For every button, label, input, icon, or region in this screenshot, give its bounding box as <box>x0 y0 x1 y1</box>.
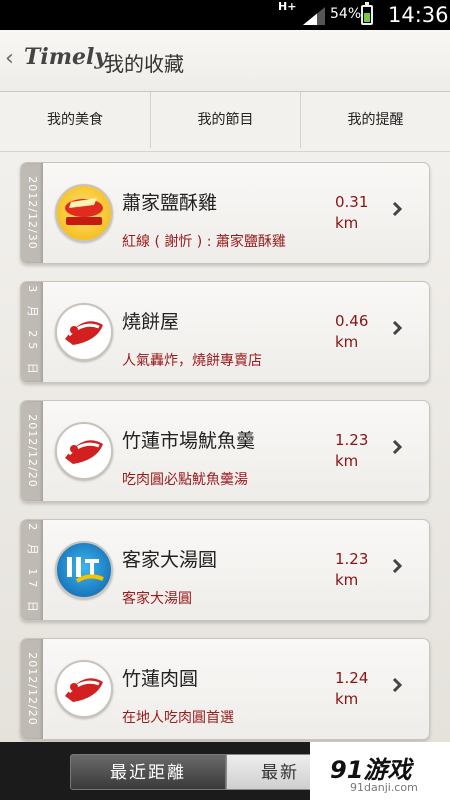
distance-value: 1.23 <box>335 550 369 568</box>
show-logo-icon <box>55 422 113 480</box>
date-strip: 3 月 25 日 <box>21 282 43 382</box>
restaurant-name: 客家大湯圓 <box>122 549 218 571</box>
restaurant-description: 在地人吃肉圓首選 <box>122 710 234 726</box>
watermark-text: 91游戏 <box>330 756 412 784</box>
distance: 0.31 km <box>335 192 368 234</box>
restaurant-name: 竹蓮市場魷魚羹 <box>122 430 256 452</box>
restaurant-name: 燒餅屋 <box>122 311 180 333</box>
list-item[interactable]: 2012/12/30 蕭家鹽酥雞 紅線 ( 謝忻 ) : 蕭家鹽酥雞 0.31 k… <box>20 162 430 264</box>
list-item[interactable]: 2 月 17 日 客家大湯圓 客家大湯圓 1.23 km <box>20 519 430 621</box>
network-type: H+ <box>278 0 297 13</box>
distance-value: 1.24 <box>335 669 369 687</box>
battery-icon <box>361 2 373 25</box>
blue-logo-icon <box>55 541 113 599</box>
clock: 14:36 <box>388 3 449 27</box>
tab-my-food[interactable]: 我的美食 <box>0 92 150 148</box>
date-strip: 2012/12/30 <box>21 163 43 263</box>
watermark-url: 91danji.com <box>350 781 418 794</box>
chevron-right-icon <box>392 202 403 216</box>
saved-date: 3 月 25 日 <box>26 285 39 379</box>
watermark-logo: 91游戏 91danji.com <box>310 742 450 800</box>
chevron-right-icon <box>392 321 403 335</box>
show-logo-icon <box>55 660 113 718</box>
list-item[interactable]: 2012/12/20 竹蓮市場魷魚羹 吃肉圓必點魷魚羹湯 1.23 km <box>20 400 430 502</box>
sort-nearest-button[interactable]: 最近距離 <box>70 754 226 790</box>
list-item[interactable]: 3 月 25 日 燒餅屋 人氣轟炸，燒餅專賣店 0.46 km <box>20 281 430 383</box>
restaurant-name: 蕭家鹽酥雞 <box>122 192 218 214</box>
yellow-badge-icon <box>55 184 113 242</box>
restaurant-description: 客家大湯圓 <box>122 591 192 607</box>
app-bar: ‹ Timely 我的收藏 <box>0 30 450 92</box>
saved-date: 2012/12/20 <box>26 652 39 726</box>
restaurant-name: 竹蓮肉圓 <box>122 668 199 690</box>
tab-my-shows[interactable]: 我的節目 <box>150 92 300 148</box>
distance: 1.23 km <box>335 430 368 472</box>
date-strip: 2012/12/20 <box>21 401 43 501</box>
back-icon[interactable]: ‹ <box>5 46 14 71</box>
tab-my-reminders[interactable]: 我的提醒 <box>300 92 450 148</box>
status-bar: H+ 54% 14:36 <box>0 0 450 30</box>
page-title: 我的收藏 <box>104 52 184 76</box>
chevron-right-icon <box>392 440 403 454</box>
restaurant-description: 吃肉圓必點魷魚羹湯 <box>122 472 248 488</box>
show-logo-icon <box>55 303 113 361</box>
favorites-list: 2012/12/30 蕭家鹽酥雞 紅線 ( 謝忻 ) : 蕭家鹽酥雞 0.31 k… <box>0 152 450 742</box>
saved-date: 2012/12/20 <box>26 414 39 488</box>
distance-unit: km <box>335 452 359 470</box>
restaurant-description: 紅線 ( 謝忻 ) : 蕭家鹽酥雞 <box>122 234 286 250</box>
app-logo[interactable]: Timely <box>24 44 107 70</box>
date-strip: 2 月 17 日 <box>21 520 43 620</box>
distance: 0.46 km <box>335 311 368 353</box>
tab-bar: 我的美食 我的節目 我的提醒 <box>0 92 450 244</box>
distance-unit: km <box>335 571 359 589</box>
chevron-right-icon <box>392 559 403 573</box>
date-strip: 2012/12/20 <box>21 639 43 739</box>
distance-unit: km <box>335 333 359 351</box>
saved-date: 2012/12/30 <box>26 176 39 250</box>
distance-value: 0.46 <box>335 312 369 330</box>
distance-value: 0.31 <box>335 193 369 211</box>
battery-percent: 54% <box>330 6 362 22</box>
list-item[interactable]: 2012/12/20 竹蓮肉圓 在地人吃肉圓首選 1.24 km <box>20 638 430 740</box>
distance-unit: km <box>335 690 359 708</box>
distance-unit: km <box>335 214 359 232</box>
distance: 1.23 km <box>335 549 368 591</box>
restaurant-description: 人氣轟炸，燒餅專賣店 <box>122 353 262 369</box>
chevron-right-icon <box>392 678 403 692</box>
signal-icon <box>303 7 325 25</box>
distance-value: 1.23 <box>335 431 369 449</box>
saved-date: 2 月 17 日 <box>26 523 39 617</box>
distance: 1.24 km <box>335 668 368 710</box>
